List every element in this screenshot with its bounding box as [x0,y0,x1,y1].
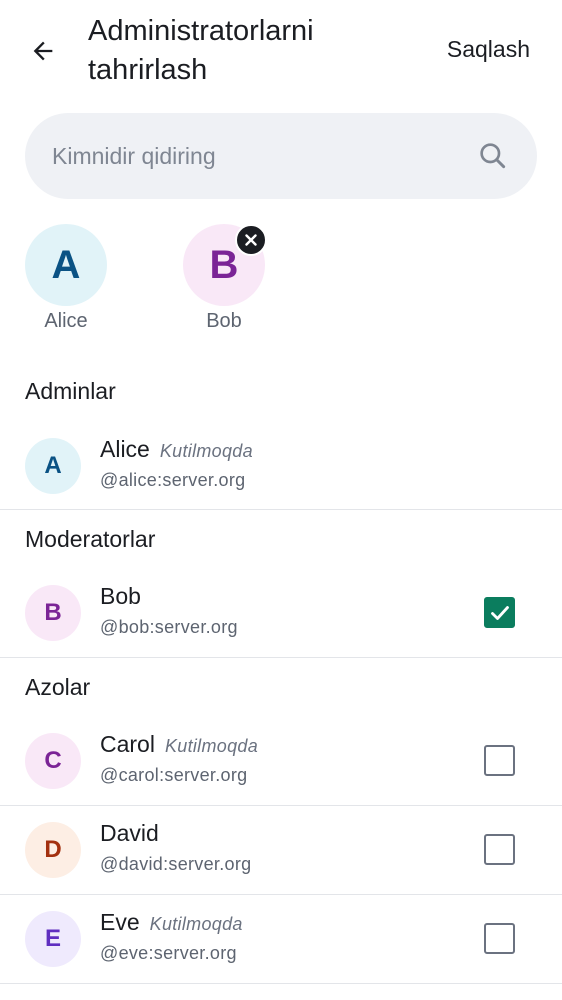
arrow-left-icon [33,41,53,61]
list-item-eve[interactable]: E Eve Kutilmoqda @eve:server.org [0,895,562,983]
member-name-text: Bob [100,583,141,609]
avatar: B [25,585,81,641]
divider [0,983,562,984]
selected-user-label: Alice [44,310,88,332]
member-id: @alice:server.org [100,470,246,490]
search-bar [25,113,537,199]
avatar: C [25,733,81,789]
avatar: A [25,438,81,494]
selected-user-bob: B Bob [183,224,267,333]
member-name-text: David [100,820,159,846]
section-header-moderators: Moderatorlar [25,526,156,552]
list-item-bob[interactable]: B Bob @bob:server.org [0,569,562,657]
divider [0,657,562,658]
member-name-text: Eve [100,909,140,935]
member-name: Alice Kutilmoqda [100,436,253,463]
member-id: @eve:server.org [100,943,237,963]
close-icon [245,234,257,246]
select-checkbox[interactable] [484,923,515,954]
status-badge: Kutilmoqda [159,441,253,461]
member-name: Carol Kutilmoqda [100,731,258,758]
status-badge: Kutilmoqda [164,736,259,756]
section-header-admins: Adminlar [25,378,116,404]
member-name-text: Carol [100,731,155,757]
member-id: @bob:server.org [100,617,238,637]
member-name-text: Alice [100,436,150,462]
avatar: E [25,911,81,967]
list-item-david[interactable]: D David @david:server.org [0,806,562,894]
page-title: Administratorlarni tahrirlash [88,15,314,86]
member-id: @david:server.org [100,854,252,874]
search-icon[interactable] [477,140,509,172]
top-app-bar: Administratorlarni tahrirlash Saqlash [0,0,562,100]
avatar: D [25,822,81,878]
select-checkbox[interactable] [484,597,515,628]
divider [0,509,562,510]
status-badge: Kutilmoqda [149,914,243,934]
member-id: @carol:server.org [100,765,248,785]
select-checkbox[interactable] [484,834,515,865]
remove-selected-button[interactable] [235,224,267,256]
member-name: Bob [100,583,141,610]
list-item-carol[interactable]: C Carol Kutilmoqda @carol:server.org [0,717,562,805]
select-checkbox[interactable] [484,745,515,776]
search-input[interactable] [50,113,470,199]
member-name: Eve Kutilmoqda [100,909,243,936]
back-button[interactable] [22,30,64,72]
save-button[interactable]: Saqlash [447,36,530,63]
checkmark-icon [490,605,509,620]
member-name: David [100,820,159,847]
list-item-alice[interactable]: A Alice Kutilmoqda @alice:server.org [0,422,562,510]
selected-user-alice: A Alice [25,224,107,333]
avatar: A [25,224,107,306]
selected-user-label: Bob [206,310,242,332]
section-header-members: Azolar [25,674,91,700]
